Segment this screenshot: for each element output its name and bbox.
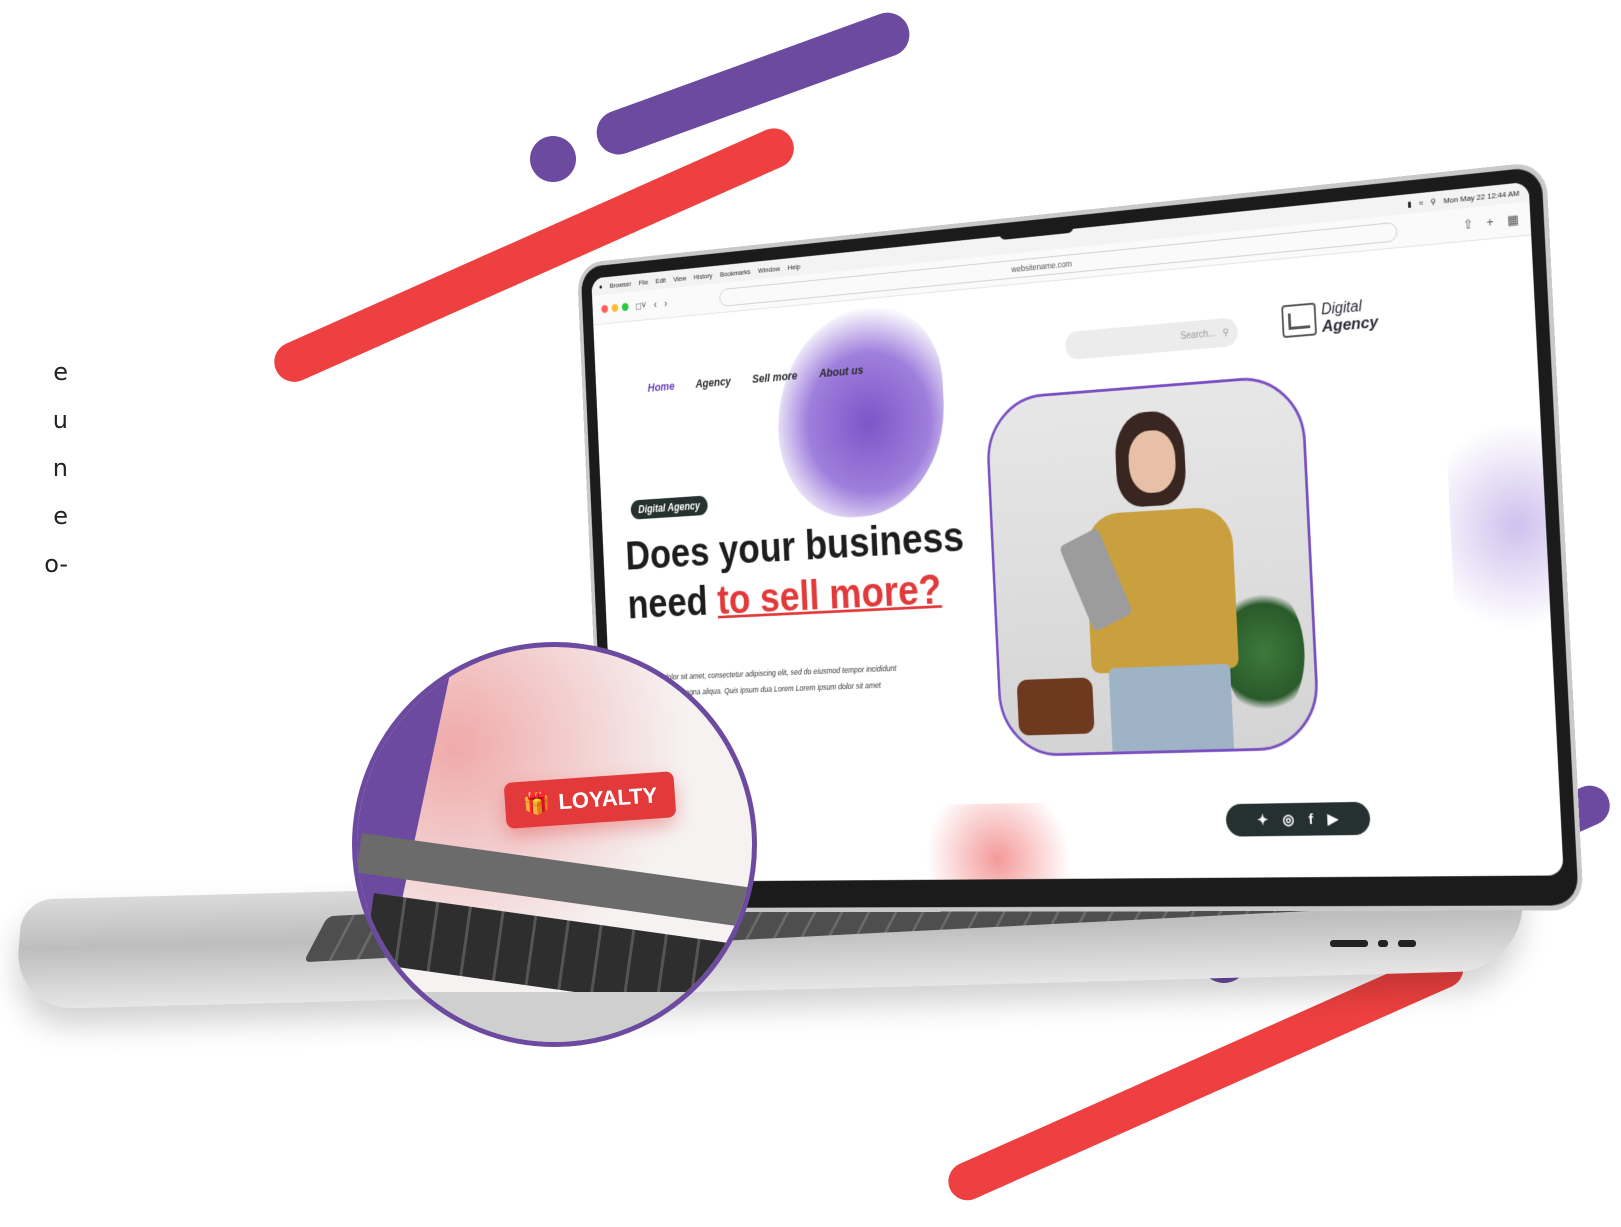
back-icon[interactable]: ‹ xyxy=(654,298,658,311)
laptop-ports xyxy=(1330,940,1416,947)
youtube-icon[interactable]: ▶ xyxy=(1327,810,1338,828)
hero-headline: Does your business need to sell more? xyxy=(624,510,967,629)
category-pill: Digital Agency xyxy=(630,495,708,520)
photo-person-face xyxy=(1127,428,1177,495)
magnifier-laptop-base xyxy=(357,992,752,1042)
menu-window[interactable]: Window xyxy=(758,264,780,274)
nav-home[interactable]: Home xyxy=(647,379,674,394)
share-icon[interactable]: ⇧ xyxy=(1463,216,1474,233)
minimize-window-button[interactable] xyxy=(611,303,619,313)
side-line-2: u xyxy=(52,406,68,434)
url-text: websitename.com xyxy=(1011,258,1073,274)
search-icon[interactable]: ⚲ xyxy=(1222,327,1229,338)
site-search[interactable]: Search... ⚲ xyxy=(1064,317,1239,361)
decor-blob-purple xyxy=(773,301,949,522)
side-line-5: o- xyxy=(44,550,68,578)
forward-icon[interactable]: › xyxy=(664,297,668,310)
loyalty-label: LOYALTY xyxy=(557,782,659,815)
side-line-1: e xyxy=(53,358,68,386)
headline-highlight: to sell more? xyxy=(716,564,943,624)
wifi-icon[interactable]: ≈ xyxy=(1419,198,1424,207)
browser-actions: ⇧ + ▦ xyxy=(1463,211,1520,232)
instagram-icon[interactable]: ◎ xyxy=(1282,811,1295,829)
traffic-lights xyxy=(601,302,629,314)
decor-blob-red xyxy=(905,801,1093,882)
nav-agency[interactable]: Agency xyxy=(695,374,731,390)
zoom-window-button[interactable] xyxy=(621,302,629,312)
headline-prefix: need xyxy=(626,577,719,628)
menu-view[interactable]: View xyxy=(673,274,686,283)
twitter-icon[interactable]: ✦ xyxy=(1257,811,1269,828)
decor-dot-purple-top xyxy=(530,136,576,182)
menu-history[interactable]: History xyxy=(693,271,712,281)
spotlight-icon[interactable]: ⚲ xyxy=(1430,197,1436,206)
chart-presentation-icon xyxy=(1281,302,1317,339)
decor-blob-right xyxy=(1444,391,1564,658)
site-logo[interactable]: Digital Agency xyxy=(1281,297,1379,339)
apple-icon[interactable]: ● xyxy=(599,282,603,290)
facebook-icon[interactable]: f xyxy=(1308,811,1313,827)
gift-icon: 🎁 xyxy=(522,789,552,817)
sidebar-icon[interactable]: □˅ xyxy=(636,299,647,312)
close-window-button[interactable] xyxy=(601,304,609,314)
magnifier-circle: 🎁 LOYALTY xyxy=(352,642,757,1047)
tabs-icon[interactable]: ▦ xyxy=(1507,211,1520,228)
menu-browser[interactable]: Browser xyxy=(610,279,632,289)
search-placeholder: Search... xyxy=(1180,328,1216,342)
side-line-3: n xyxy=(52,454,68,482)
menu-bookmarks[interactable]: Bookmarks xyxy=(720,267,751,278)
menu-edit[interactable]: Edit xyxy=(655,276,666,285)
menu-file[interactable]: File xyxy=(638,278,648,287)
menu-help[interactable]: Help xyxy=(787,262,800,271)
side-line-4: e xyxy=(53,502,68,530)
side-paragraph: e u n e o- xyxy=(0,358,70,618)
battery-icon[interactable]: ▮ xyxy=(1407,199,1412,208)
social-links: ✦ ◎ f ▶ xyxy=(1225,801,1371,837)
photo-person-jeans xyxy=(1108,663,1235,758)
photo-chair xyxy=(1016,677,1095,736)
menubar-clock[interactable]: Mon May 22 12:44 AM xyxy=(1443,188,1519,205)
hero-photo xyxy=(984,373,1322,758)
new-tab-icon[interactable]: + xyxy=(1486,214,1494,230)
logo-line-2: Agency xyxy=(1321,312,1379,336)
